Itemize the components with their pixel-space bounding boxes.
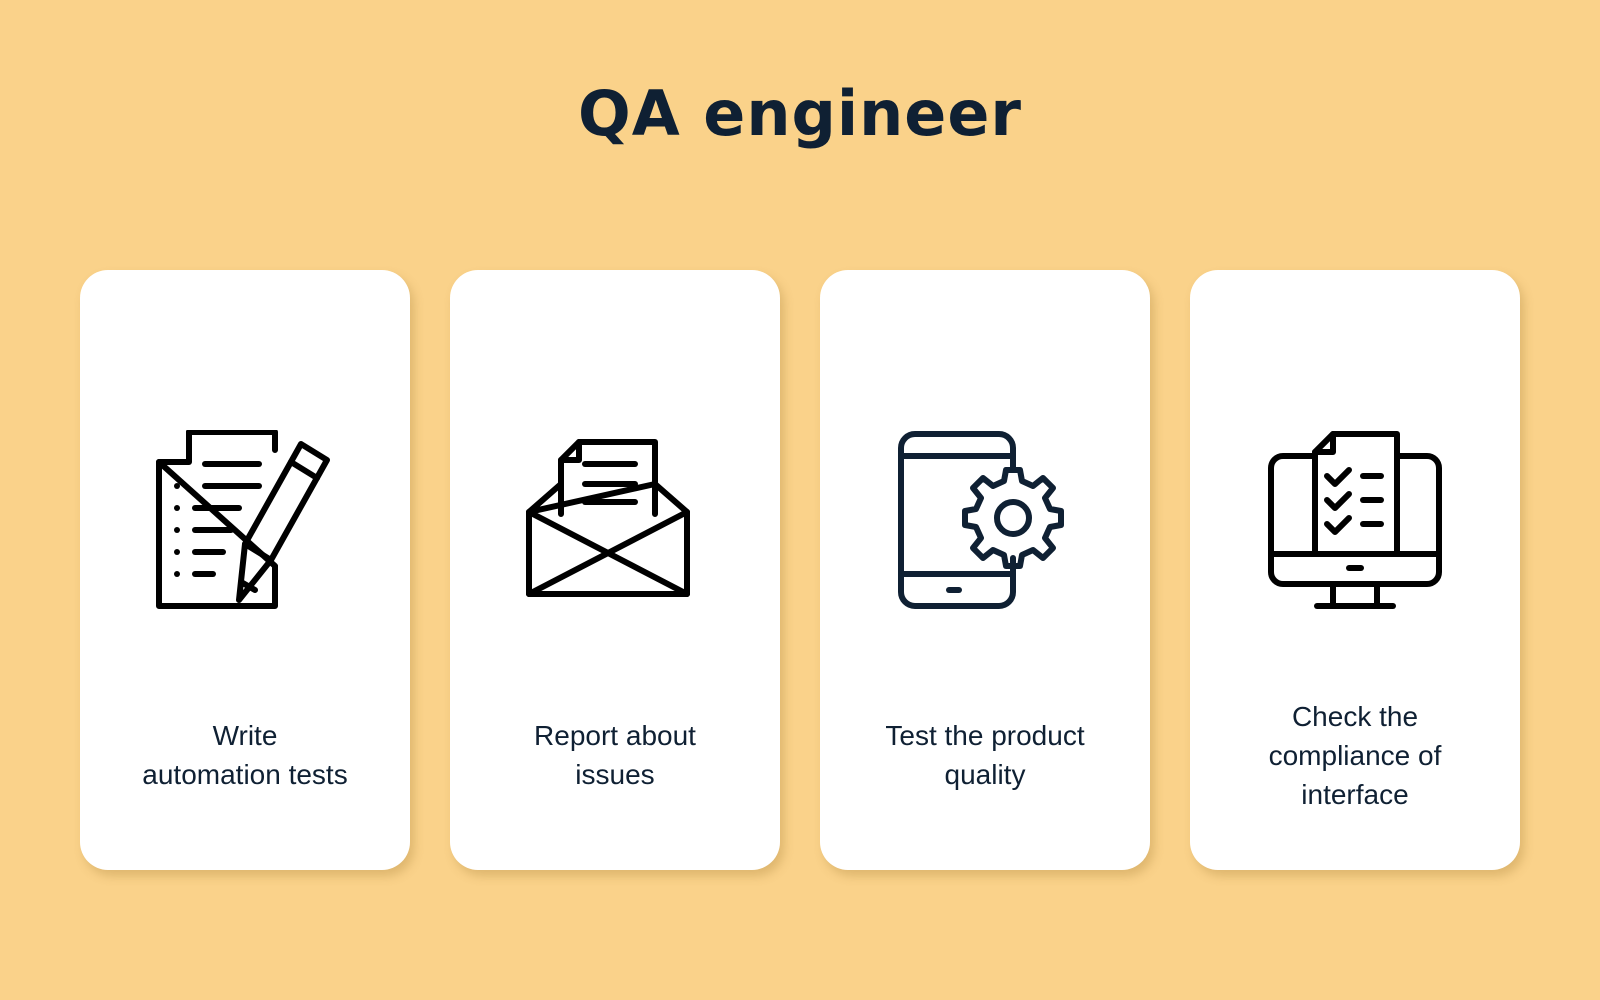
card-label: Test the product quality	[885, 720, 1085, 790]
card-label: Write automation tests	[142, 720, 348, 790]
monitor-checklist-icon	[1265, 430, 1445, 610]
tablet-gear-icon	[895, 430, 1075, 610]
card-write-automation-tests: Write automation tests	[80, 270, 410, 870]
open-envelope-letter-icon	[525, 430, 705, 610]
document-pencil-icon	[155, 430, 335, 610]
card-test-product-quality: Test the product quality	[820, 270, 1150, 870]
card-check-interface-compliance: Check the compliance of interface	[1190, 270, 1520, 870]
page-title: QA engineer	[578, 77, 1022, 150]
card-label: Check the compliance of interface	[1268, 700, 1442, 810]
card-label: Report about issues	[534, 720, 696, 790]
card-report-about-issues: Report about issues	[450, 270, 780, 870]
